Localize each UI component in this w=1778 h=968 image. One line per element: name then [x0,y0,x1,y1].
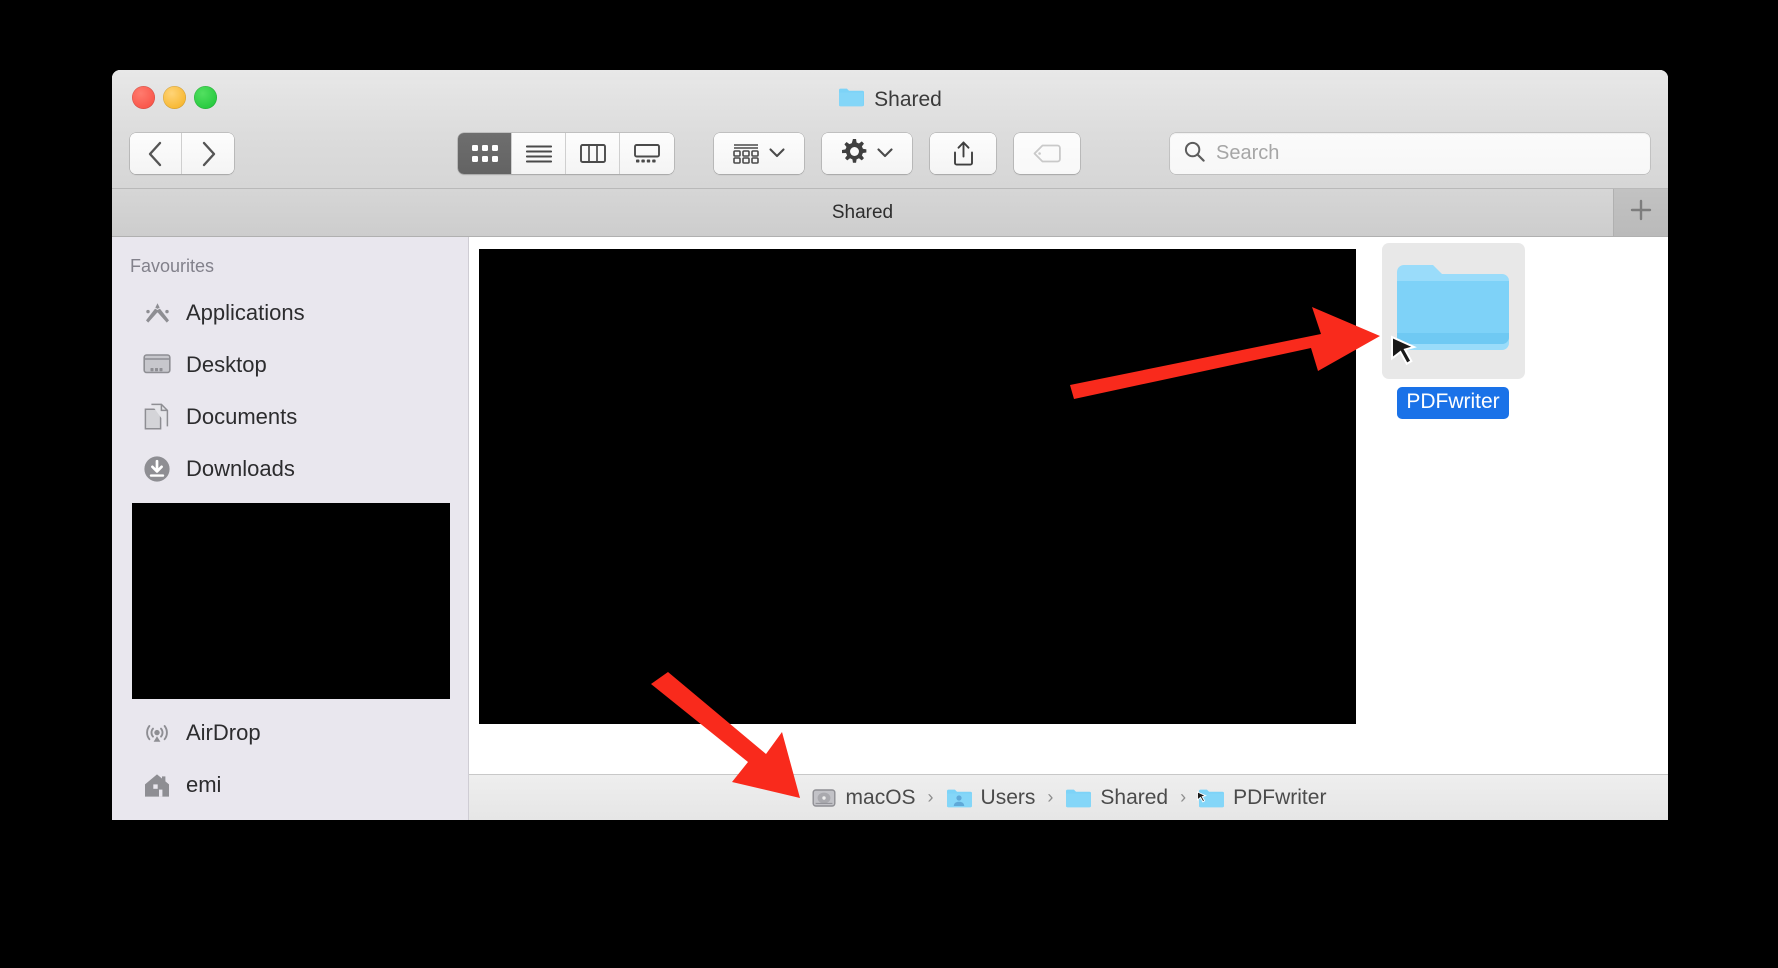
sidebar-item-applications[interactable]: Applications [112,287,468,339]
share-button[interactable] [930,133,996,174]
applications-icon [142,298,172,328]
arrange-by-button[interactable] [714,133,804,174]
file-icon-selection-box [1381,243,1525,379]
sidebar-item-label: Applications [186,300,305,325]
window-title-text: Shared [874,87,942,111]
gear-icon [841,138,867,169]
file-name-label[interactable]: PDFwriter [1397,387,1509,419]
sidebar-item-label: Documents [186,404,298,429]
action-gear-button[interactable] [822,133,912,174]
sidebar-item-documents[interactable]: Documents [112,391,468,443]
sidebar-item-label: emi [186,772,222,797]
folder-icon [1197,785,1225,811]
breadcrumb-label: Shared [1100,785,1169,809]
navigation-button-group [130,133,234,174]
breadcrumb-label: PDFwriter [1233,785,1327,809]
breadcrumb-label: macOS [845,785,916,809]
tag-group [1014,133,1080,174]
search-placeholder: Search [1216,142,1280,164]
window-body: Favourites Applications Desktop Document… [112,237,1668,820]
breadcrumb-macos[interactable]: macOS [811,785,916,811]
search-icon [1184,141,1205,167]
sidebar-item-label: Downloads [186,456,295,481]
breadcrumb-shared[interactable]: Shared [1065,785,1168,811]
back-button[interactable] [130,133,182,174]
airdrop-icon [142,718,172,748]
breadcrumb-separator: › [1180,787,1187,807]
toolbar: Search [112,126,1668,181]
breadcrumb-separator: › [1047,787,1054,807]
folder-icon [838,86,865,113]
breadcrumb-separator: › [927,787,934,807]
breadcrumb-label: Users [980,785,1036,809]
file-grid[interactable]: PDFwriter macOS › Users › Shared › PDFwr… [469,237,1668,820]
content-redacted-block [479,249,1356,724]
page-title: Shared [112,86,1668,113]
forward-button[interactable] [182,133,234,174]
view-mode-group [458,133,674,174]
tab-label: Shared [831,201,894,223]
plus-icon [1629,198,1653,227]
finder-window: Shared Search Shared Favourites Applicat… [112,70,1668,820]
desktop-icon [142,350,172,380]
documents-icon [142,402,172,432]
users-folder-icon [946,785,972,811]
harddisk-icon [811,785,837,811]
sidebar-item-label: AirDrop [186,720,261,745]
add-tags-button[interactable] [1014,133,1080,174]
list-view-button[interactable] [512,133,566,174]
sidebar-item-emi[interactable]: emi [112,759,468,811]
share-group [930,133,996,174]
sidebar-redacted-block [132,503,450,699]
gallery-view-button[interactable] [620,133,674,174]
sidebar-item-desktop[interactable]: Desktop [112,339,468,391]
breadcrumb-users[interactable]: Users [946,785,1036,811]
new-tab-button[interactable] [1614,189,1668,236]
file-item-pdfwriter[interactable]: PDFwriter [1380,243,1526,419]
folder-icon [1065,785,1092,811]
sidebar: Favourites Applications Desktop Document… [112,237,469,820]
home-icon [142,770,172,800]
sidebar-section-favourites: Favourites [130,256,215,276]
downloads-icon [142,454,172,484]
arrange-by-group [714,133,804,174]
path-bar: macOS › Users › Shared › PDFwriter [469,774,1668,820]
breadcrumb-pdfwriter[interactable]: PDFwriter [1197,785,1327,811]
chevron-down-icon [876,145,893,163]
sidebar-item-downloads[interactable]: Downloads [112,443,468,495]
icon-view-button[interactable] [458,133,512,174]
chevron-down-icon [769,145,785,163]
action-menu-group [822,133,912,174]
sidebar-item-airdrop[interactable]: AirDrop [112,707,468,759]
sidebar-item-label: Desktop [186,352,267,377]
search-input[interactable]: Search [1170,133,1650,174]
column-view-button[interactable] [566,133,620,174]
mouse-cursor-icon [1388,335,1418,369]
tab-bar: Shared [112,189,1668,237]
tab-shared[interactable]: Shared [112,189,1614,236]
titlebar: Shared Search [112,70,1668,189]
